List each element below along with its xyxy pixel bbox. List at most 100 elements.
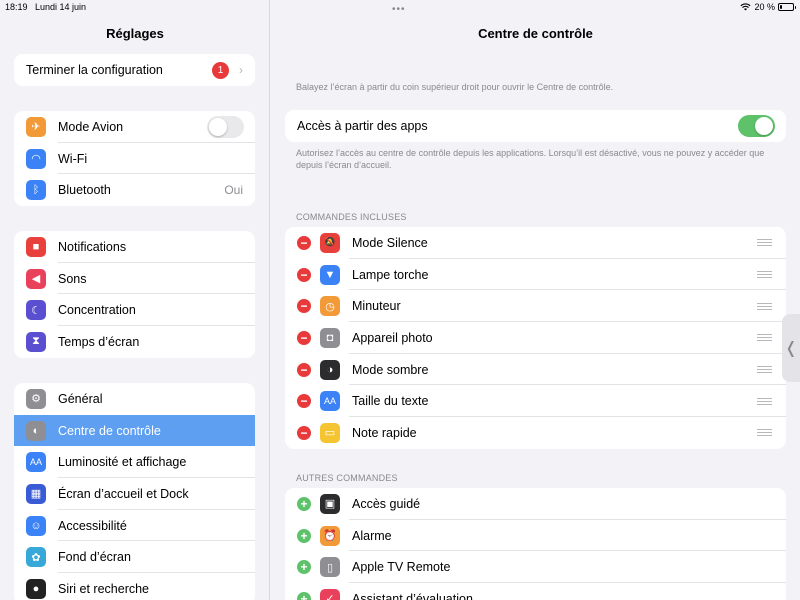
control-label: Mode Silence bbox=[352, 235, 428, 250]
sidebar-item-bluetooth[interactable]: ᛒ Bluetooth Oui bbox=[14, 174, 255, 206]
status-time: 18:19 bbox=[5, 2, 28, 12]
control-label: Apple TV Remote bbox=[352, 560, 451, 575]
control-label: Alarme bbox=[352, 528, 392, 543]
sidebar-item-label: Écran d’accueil et Dock bbox=[58, 486, 189, 501]
control-row: − AA Taille du texte bbox=[285, 385, 786, 418]
sidebar-item-switches[interactable]: ◐ Centre de contrôle bbox=[14, 414, 255, 447]
battery-icon bbox=[778, 3, 796, 11]
finish-setup-row[interactable]: Terminer la configuration 1 › bbox=[14, 54, 255, 86]
remove-control-button[interactable]: − bbox=[297, 394, 311, 409]
control-label: Accès guidé bbox=[352, 496, 421, 511]
apps-access-toggle[interactable] bbox=[738, 114, 775, 137]
reorder-handle-icon[interactable] bbox=[757, 334, 772, 342]
battery-percent: 20 % bbox=[754, 2, 775, 12]
sidebar-title: Réglages bbox=[106, 26, 164, 41]
sidebar-item-accessibility[interactable]: ☺ Accessibilité bbox=[14, 510, 255, 542]
toggle-knob bbox=[755, 116, 773, 135]
sidebar-item-label: Concentration bbox=[58, 303, 136, 318]
sidebar-item-speaker[interactable]: ◀ Sons bbox=[14, 263, 255, 295]
included-header: COMMANDES INCLUSES bbox=[296, 212, 407, 222]
grip-line bbox=[757, 308, 772, 310]
sidebar-item-label: Centre de contrôle bbox=[58, 423, 161, 438]
grip-line bbox=[757, 369, 772, 371]
sidebar-item-airplane[interactable]: ✈ Mode Avion bbox=[14, 111, 255, 143]
grip-line bbox=[757, 337, 772, 339]
grip-line bbox=[757, 239, 772, 241]
sidebar-item-hourglass[interactable]: ⧗ Temps d’écran bbox=[14, 326, 255, 358]
control-row: − ◑ Mode sombre bbox=[285, 354, 786, 386]
reorder-handle-icon[interactable] bbox=[757, 239, 772, 247]
sidebar-item-notifications[interactable]: ■ Notifications bbox=[14, 231, 255, 263]
sidebar-item-moon[interactable]: ☾ Concentration bbox=[14, 294, 255, 327]
setup-group: Terminer la configuration 1 › bbox=[14, 54, 255, 86]
grip-line bbox=[757, 432, 772, 434]
reorder-handle-icon[interactable] bbox=[757, 271, 772, 279]
notifications-icon: ■ bbox=[26, 236, 46, 257]
apps-access-hint: Autorisez l’accès au centre de contrôle … bbox=[296, 148, 765, 170]
sidebar-item-label: Siri et recherche bbox=[58, 581, 150, 596]
other-header: AUTRES COMMANDES bbox=[296, 473, 398, 483]
toggle-knob bbox=[209, 117, 227, 136]
control-row: − ▭ Note rapide bbox=[285, 417, 786, 449]
sidebar-item-gear[interactable]: ⚙ Général bbox=[14, 383, 255, 415]
status-bar: 18:19 Lundi 14 juin 20 % bbox=[0, 0, 800, 14]
wifi-status-icon bbox=[740, 3, 752, 11]
control-row: + ⏰ Alarme bbox=[285, 520, 786, 552]
dark-mode-icon: ◑ bbox=[320, 359, 340, 380]
sidebar-item-home-grid[interactable]: ▦ Écran d’accueil et Dock bbox=[14, 478, 255, 510]
flashlight-icon: ▼ bbox=[320, 264, 340, 285]
slide-over-handle[interactable]: ❬ bbox=[782, 314, 800, 382]
grip-line bbox=[757, 242, 772, 244]
control-label: Appareil photo bbox=[352, 330, 433, 345]
gear-icon: ⚙ bbox=[26, 388, 46, 409]
add-control-button[interactable]: + bbox=[297, 560, 311, 575]
sidebar-item-wifi[interactable]: ◠ Wi-Fi bbox=[14, 143, 255, 175]
control-label: Assistant d’évaluation bbox=[352, 591, 473, 600]
grip-line bbox=[757, 372, 772, 374]
home-grid-icon: ▦ bbox=[26, 483, 46, 504]
sidebar-item-text-size[interactable]: AA Luminosité et affichage bbox=[14, 446, 255, 479]
bluetooth-value: Oui bbox=[224, 183, 243, 198]
apps-access-label: Accès à partir des apps bbox=[297, 118, 428, 133]
reorder-handle-icon[interactable] bbox=[757, 302, 772, 310]
accessibility-icon: ☺ bbox=[26, 515, 46, 536]
remove-control-button[interactable]: − bbox=[297, 330, 311, 345]
sidebar-item-label: Sons bbox=[58, 271, 87, 286]
add-control-button[interactable]: + bbox=[297, 591, 311, 600]
chevron-right-icon: › bbox=[239, 63, 243, 77]
grip-line bbox=[757, 340, 772, 342]
sidebar-item-label: Notifications bbox=[58, 239, 127, 254]
grip-line bbox=[757, 334, 772, 336]
grip-line bbox=[757, 400, 772, 402]
remove-control-button[interactable]: − bbox=[297, 267, 311, 282]
control-row: + ▣ Accès guidé bbox=[285, 488, 786, 520]
remove-control-button[interactable]: − bbox=[297, 299, 311, 314]
notifications-group: ■ Notifications ◀ Sons ☾ Concentration ⧗ Temps … bbox=[14, 231, 255, 358]
lock-icon: ▣ bbox=[320, 493, 340, 514]
camera-icon: ◘ bbox=[320, 327, 340, 348]
assessment-icon: ✓ bbox=[320, 588, 340, 600]
reorder-handle-icon[interactable] bbox=[757, 429, 772, 437]
other-controls-group: + ▣ Accès guidé + ⏰ Alarme + ▯ Apple TV Remote + ✓… bbox=[285, 488, 786, 600]
sidebar-item-siri[interactable]: ● Siri et recherche bbox=[14, 573, 255, 600]
control-row: − ◷ Minuteur bbox=[285, 290, 786, 323]
reorder-handle-icon[interactable] bbox=[757, 366, 772, 374]
general-group: ⚙ Général ◐ Centre de contrôle AA Luminosité … bbox=[14, 383, 255, 600]
remove-control-button[interactable]: − bbox=[297, 362, 311, 377]
sidebar-item-label: Mode Avion bbox=[58, 119, 124, 134]
airplane-mode-toggle[interactable] bbox=[207, 115, 244, 138]
add-control-button[interactable]: + bbox=[297, 496, 311, 511]
remove-control-button[interactable]: − bbox=[297, 425, 311, 440]
quick-note-icon: ▭ bbox=[320, 422, 340, 443]
hourglass-icon: ⧗ bbox=[26, 331, 46, 352]
control-row: − ▼ Lampe torche bbox=[285, 259, 786, 291]
add-control-button[interactable]: + bbox=[297, 528, 311, 543]
remote-icon: ▯ bbox=[320, 557, 340, 578]
sidebar-item-flower[interactable]: ✿ Fond d’écran bbox=[14, 541, 255, 574]
finish-setup-label: Terminer la configuration bbox=[26, 63, 163, 77]
remove-control-button[interactable]: − bbox=[297, 235, 311, 250]
main-panel: ••• Centre de contrôle Balayez l’écran à… bbox=[271, 0, 800, 600]
grip-line bbox=[757, 274, 772, 276]
reorder-handle-icon[interactable] bbox=[757, 397, 772, 405]
grip-line bbox=[757, 305, 772, 307]
